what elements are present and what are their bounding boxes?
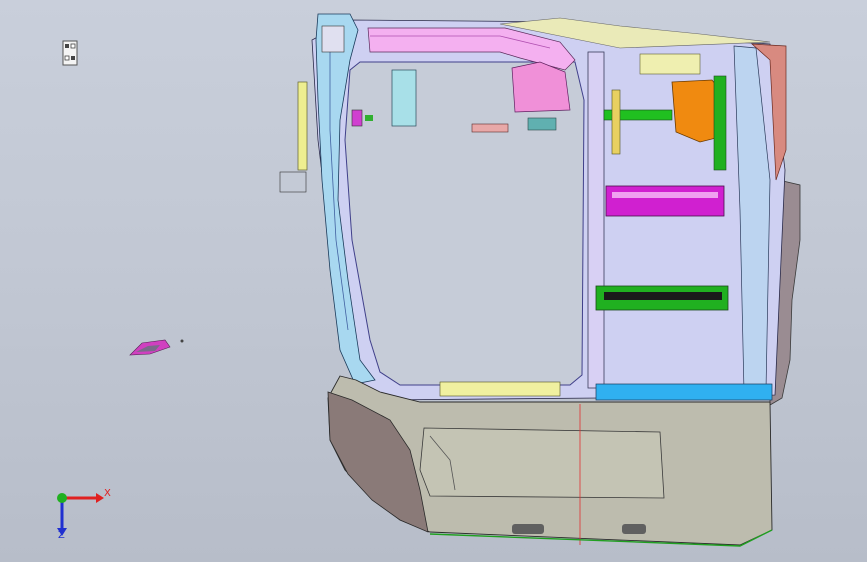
lower-sill <box>595 383 773 401</box>
x-axis-label: X <box>104 488 111 499</box>
green-upright-right <box>713 75 727 171</box>
small-clip <box>527 117 557 131</box>
yellow-upright <box>611 89 621 155</box>
door-panel-recess <box>419 427 665 499</box>
upper-yellow-panel <box>639 53 701 75</box>
pillar-yellow-strip <box>297 81 308 171</box>
belt-trim <box>439 381 561 397</box>
door-assembly-model[interactable] <box>0 0 867 562</box>
magenta-cross-bar <box>605 185 725 217</box>
center-bracket <box>391 69 417 127</box>
mirror-bracket <box>471 123 509 133</box>
center-vertical-member <box>587 51 605 389</box>
cad-viewport[interactable]: X Z <box>0 0 867 562</box>
z-axis-label: Z <box>58 530 65 541</box>
coordinate-triad: X Z <box>40 478 120 548</box>
stray-part-fragment <box>129 339 184 356</box>
